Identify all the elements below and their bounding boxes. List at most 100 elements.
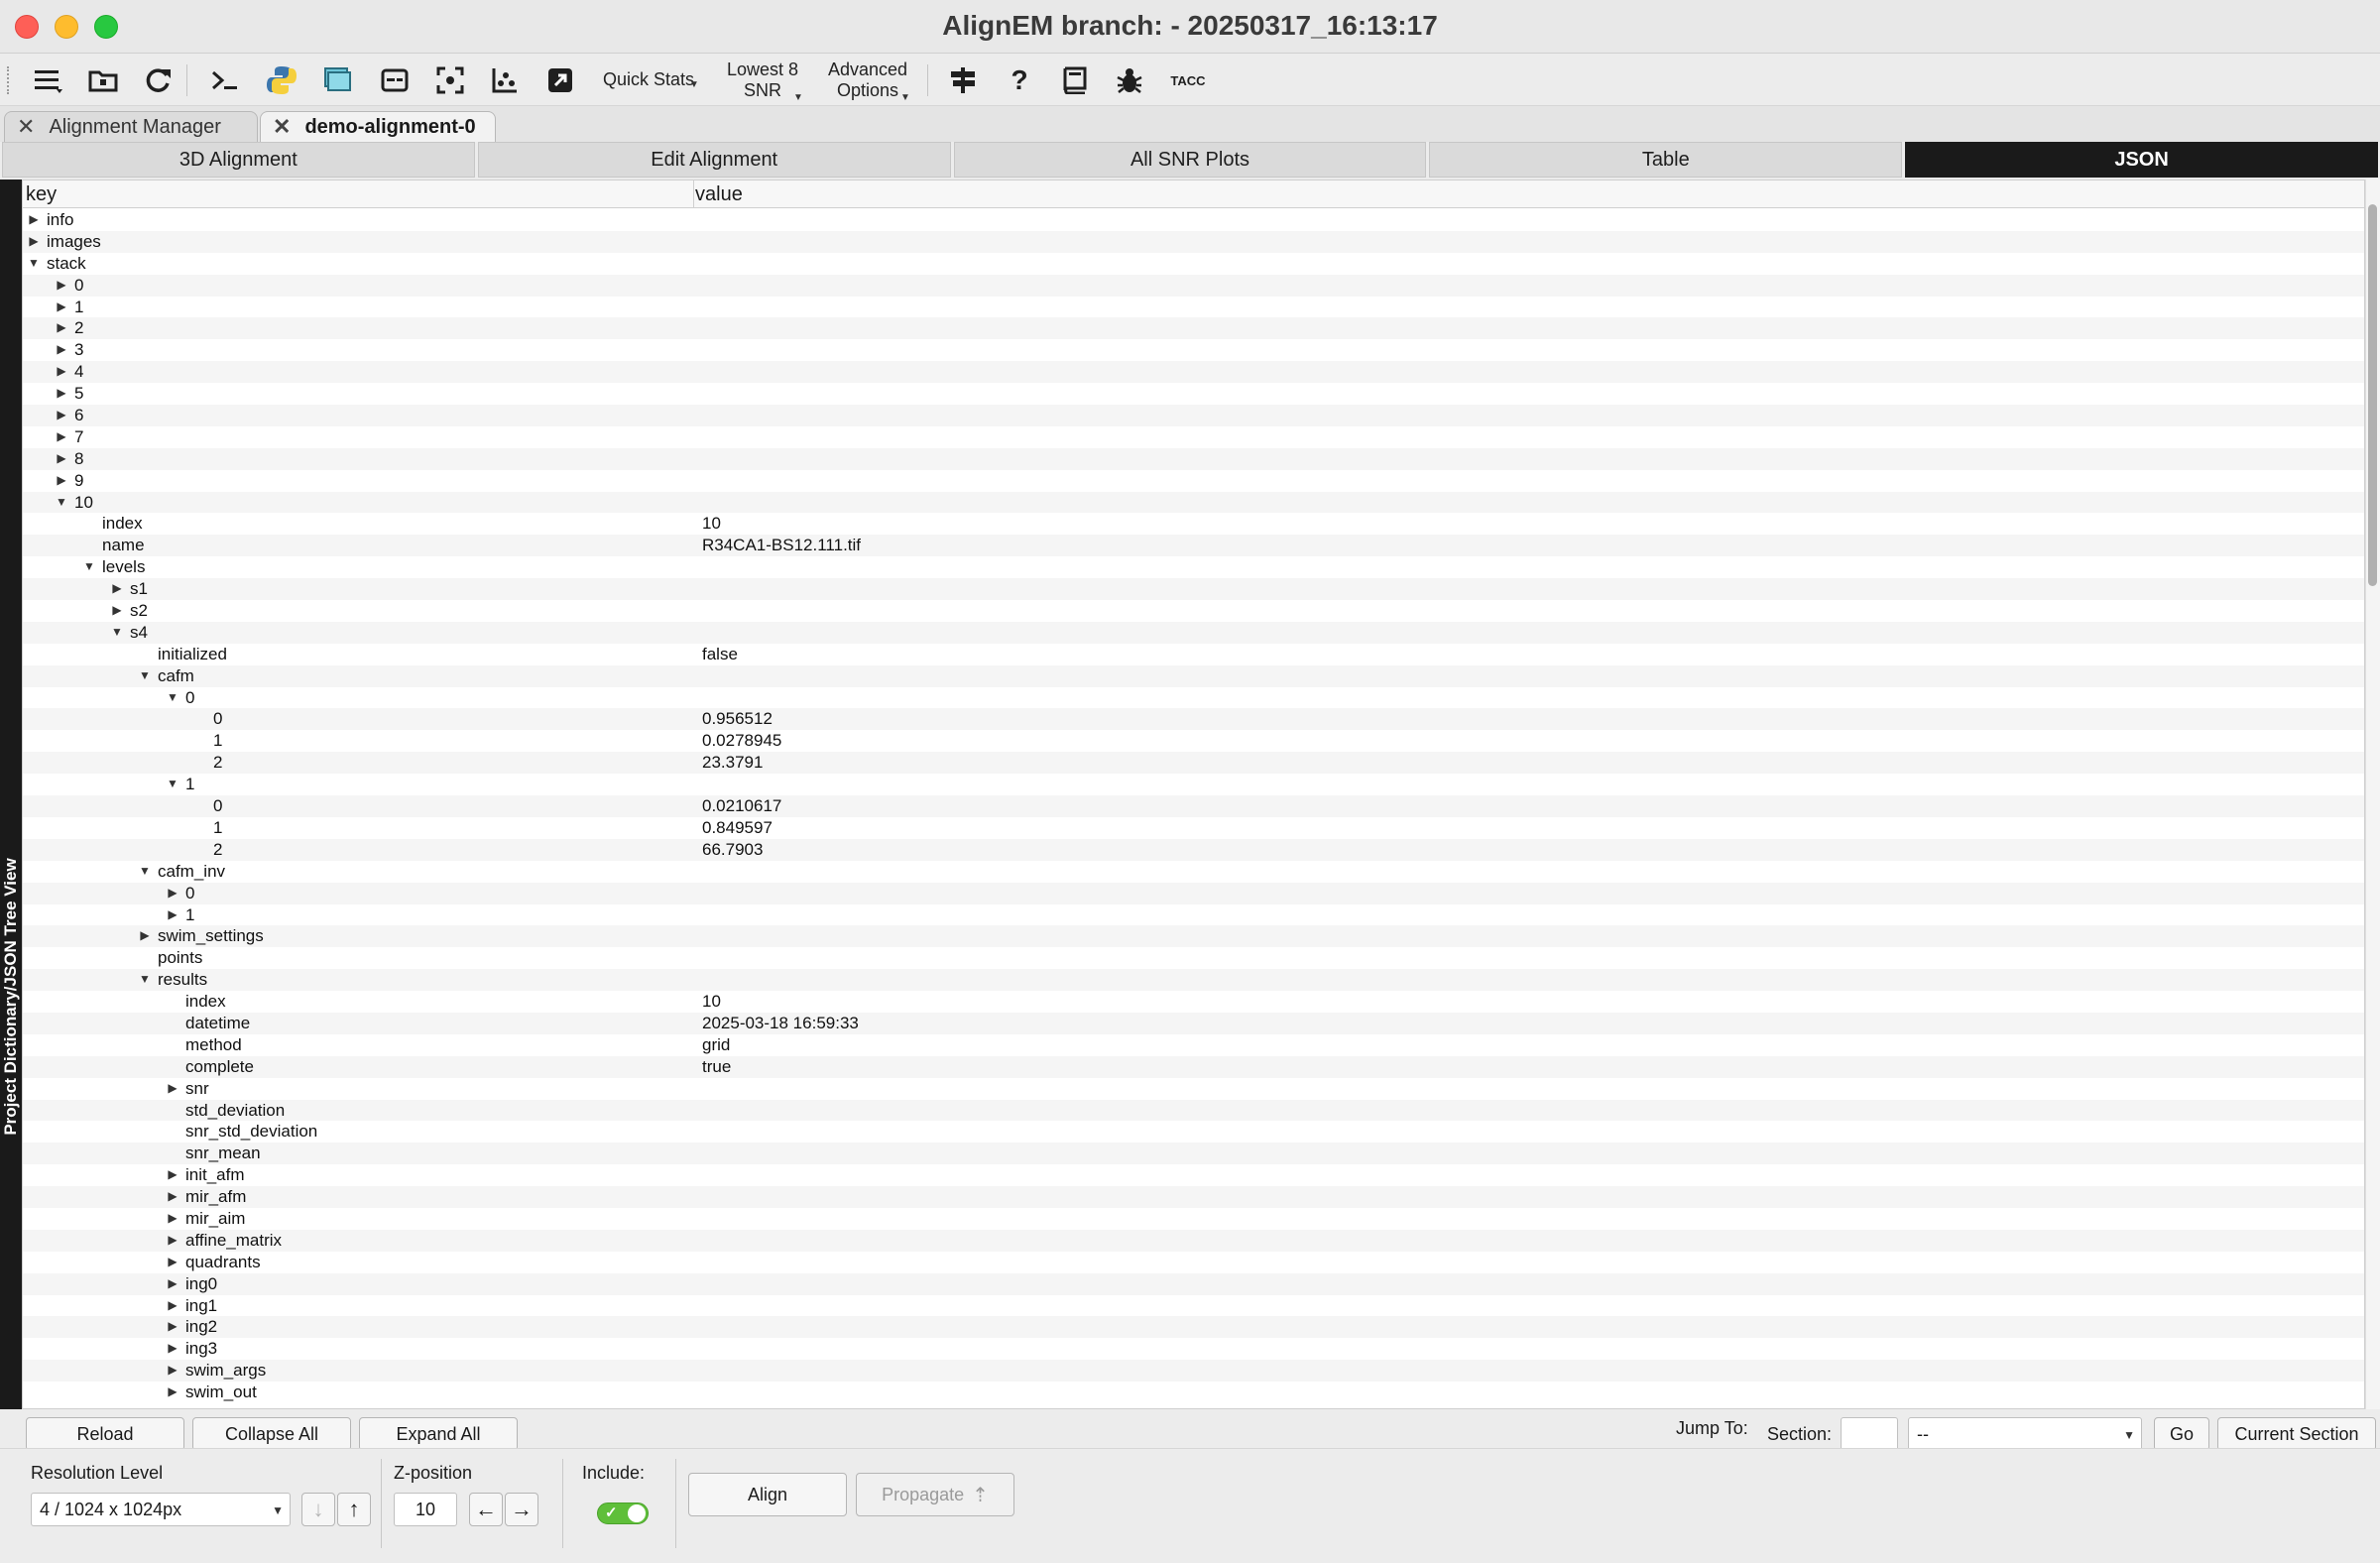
- collapsed-arrow-icon[interactable]: ▶: [165, 1078, 180, 1100]
- tree-row[interactable]: ▼ cafm_inv: [23, 861, 2364, 883]
- collapsed-arrow-icon[interactable]: ▶: [26, 231, 42, 253]
- layers-icon[interactable]: [319, 62, 355, 98]
- tree-row[interactable]: ▶ 5: [23, 383, 2364, 405]
- tree-row[interactable]: ▶ images: [23, 230, 2364, 253]
- python-icon[interactable]: [264, 62, 299, 98]
- collapsed-arrow-icon[interactable]: ▶: [54, 448, 69, 470]
- resolution-level-select[interactable]: 4 / 1024 x 1024px ▼: [31, 1493, 291, 1526]
- tree-row[interactable]: ▶ init_afm: [23, 1164, 2364, 1186]
- tree-row[interactable]: ▶ info: [23, 209, 2364, 231]
- tab-alignment-manager[interactable]: ✕ Alignment Manager: [4, 111, 258, 142]
- advanced-options-button-line2[interactable]: Options: [825, 80, 910, 101]
- collapsed-arrow-icon[interactable]: ▶: [54, 361, 69, 383]
- collapsed-arrow-icon[interactable]: ▶: [165, 1295, 180, 1317]
- collapsed-arrow-icon[interactable]: ▶: [165, 1316, 180, 1338]
- tree-row[interactable]: complete true: [23, 1055, 2364, 1078]
- tree-row[interactable]: ▶ 0: [23, 882, 2364, 904]
- collapsed-arrow-icon[interactable]: ▶: [137, 925, 153, 947]
- expand-all-button[interactable]: Expand All: [359, 1417, 518, 1451]
- collapsed-arrow-icon[interactable]: ▶: [54, 426, 69, 448]
- expanded-arrow-icon[interactable]: ▼: [137, 969, 153, 991]
- arrow-left-button[interactable]: ←: [469, 1493, 503, 1526]
- collapsed-arrow-icon[interactable]: ▶: [165, 1360, 180, 1382]
- bug-icon[interactable]: [1112, 62, 1147, 98]
- tree-row[interactable]: ▶ 4: [23, 361, 2364, 384]
- propagate-button[interactable]: Propagate ⇡: [856, 1473, 1014, 1516]
- collapsed-arrow-icon[interactable]: ▶: [54, 405, 69, 426]
- expanded-arrow-icon[interactable]: ▼: [137, 861, 153, 883]
- tree-row[interactable]: ▶ mir_afm: [23, 1186, 2364, 1208]
- refresh-icon[interactable]: [140, 62, 176, 98]
- tree-row[interactable]: ▶ s1: [23, 578, 2364, 601]
- collapsed-arrow-icon[interactable]: ▶: [54, 275, 69, 297]
- arrow-up-button[interactable]: ↑: [337, 1493, 371, 1526]
- tree-row[interactable]: datetime 2025-03-18 16:59:33: [23, 1012, 2364, 1034]
- collapsed-arrow-icon[interactable]: ▶: [165, 1230, 180, 1252]
- expanded-arrow-icon[interactable]: ▼: [109, 622, 125, 644]
- tree-row[interactable]: ▶ 8: [23, 447, 2364, 470]
- tree-row[interactable]: ▶ 1: [23, 297, 2364, 318]
- collapsed-arrow-icon[interactable]: ▶: [54, 470, 69, 492]
- collapsed-arrow-icon[interactable]: ▶: [109, 578, 125, 600]
- tree-row[interactable]: index 10: [23, 513, 2364, 535]
- tree-row[interactable]: ▶ 0: [23, 274, 2364, 297]
- column-header-value[interactable]: value: [695, 183, 743, 206]
- tree-row[interactable]: ▶ 7: [23, 426, 2364, 448]
- book-icon[interactable]: [1056, 62, 1092, 98]
- lowest-snr-button-line1[interactable]: Lowest 8: [724, 60, 801, 80]
- arrow-down-button[interactable]: ↓: [301, 1493, 335, 1526]
- tree-row[interactable]: ▶ 3: [23, 339, 2364, 361]
- go-button[interactable]: Go: [2154, 1417, 2209, 1451]
- json-tree-view[interactable]: key value ▶ info ▶ images ▼ stack ▶ 0 ▶ 1 ▶ 2 ▶ 3 ▶ 4 ▶ 5…: [22, 180, 2365, 1409]
- tree-row[interactable]: 0 0.0210617: [23, 795, 2364, 817]
- collapsed-arrow-icon[interactable]: ▶: [109, 600, 125, 622]
- section-input[interactable]: [1841, 1417, 1898, 1451]
- tree-row[interactable]: ▶ 1: [23, 904, 2364, 926]
- collapsed-arrow-icon[interactable]: ▶: [165, 883, 180, 904]
- current-section-button[interactable]: Current Section: [2217, 1417, 2376, 1451]
- collapsed-arrow-icon[interactable]: ▶: [165, 904, 180, 926]
- collapsed-arrow-icon[interactable]: ▶: [165, 1164, 180, 1186]
- tree-row[interactable]: ▶ affine_matrix: [23, 1229, 2364, 1252]
- tree-row[interactable]: ▼ 10: [23, 491, 2364, 514]
- tab-all-snr-plots[interactable]: All SNR Plots: [953, 142, 1427, 178]
- tree-row[interactable]: ▶ 6: [23, 405, 2364, 426]
- arrow-right-button[interactable]: →: [505, 1493, 538, 1526]
- tree-row[interactable]: ▶ 9: [23, 470, 2364, 492]
- terminal-icon[interactable]: [207, 62, 243, 98]
- open-folder-icon[interactable]: [85, 62, 121, 98]
- window-icon[interactable]: [377, 62, 413, 98]
- tree-row[interactable]: snr_mean: [23, 1142, 2364, 1165]
- tree-row[interactable]: ▼ results: [23, 969, 2364, 992]
- tree-row[interactable]: ▶ snr: [23, 1078, 2364, 1100]
- scatter-plot-icon[interactable]: [487, 62, 523, 98]
- close-icon[interactable]: ✕: [273, 114, 291, 140]
- tree-row[interactable]: ▶ s2: [23, 600, 2364, 622]
- tree-row[interactable]: snr_std_deviation: [23, 1121, 2364, 1142]
- tree-row[interactable]: initialized false: [23, 644, 2364, 665]
- expanded-arrow-icon[interactable]: ▼: [137, 665, 153, 687]
- tree-row[interactable]: 0 0.956512: [23, 708, 2364, 731]
- tree-row[interactable]: ▼ stack: [23, 253, 2364, 275]
- column-header-key[interactable]: key: [26, 183, 57, 206]
- z-position-input[interactable]: 10: [394, 1493, 457, 1526]
- fullscreen-icon[interactable]: [432, 62, 468, 98]
- tree-row[interactable]: method grid: [23, 1034, 2364, 1056]
- tree-row[interactable]: ▼ levels: [23, 556, 2364, 578]
- collapsed-arrow-icon[interactable]: ▶: [165, 1338, 180, 1360]
- quick-stats-button[interactable]: Quick Stats: [603, 69, 694, 90]
- tab-3d-alignment[interactable]: 3D Alignment: [2, 142, 475, 178]
- collapsed-arrow-icon[interactable]: ▶: [54, 383, 69, 405]
- align-button[interactable]: Align: [688, 1473, 847, 1516]
- collapsed-arrow-icon[interactable]: ▶: [54, 297, 69, 318]
- collapsed-arrow-icon[interactable]: ▶: [26, 209, 42, 231]
- tab-json[interactable]: JSON: [1905, 142, 2378, 178]
- expanded-arrow-icon[interactable]: ▼: [165, 774, 180, 795]
- collapsed-arrow-icon[interactable]: ▶: [165, 1208, 180, 1230]
- expanded-arrow-icon[interactable]: ▼: [26, 253, 42, 275]
- tab-table[interactable]: Table: [1429, 142, 1903, 178]
- lowest-snr-button-line2[interactable]: SNR: [724, 80, 801, 101]
- tree-row[interactable]: std_deviation: [23, 1099, 2364, 1122]
- section-combo[interactable]: -- ▼: [1908, 1417, 2142, 1451]
- expanded-arrow-icon[interactable]: ▼: [165, 687, 180, 709]
